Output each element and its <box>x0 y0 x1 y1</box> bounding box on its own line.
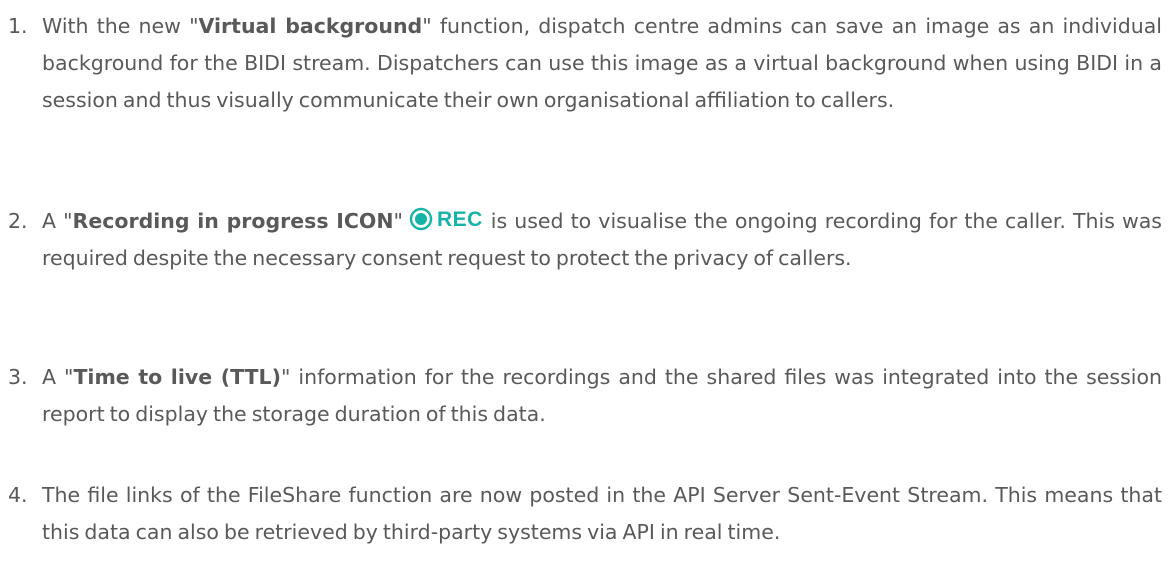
item-text-middle: " <box>393 209 403 233</box>
item-text-bold: Recording in progress ICON <box>72 209 394 233</box>
item-text-before: A " <box>42 365 74 389</box>
item-text-before: A " <box>42 209 73 233</box>
item-number: 4. <box>8 483 28 507</box>
item-text: A "Recording in progress ICON" REC is used… <box>42 203 1162 277</box>
item-number: 2. <box>8 209 28 233</box>
item-text-bold: Time to live (TTL) <box>73 365 281 389</box>
record-icon <box>409 207 433 231</box>
item-text: The file links of the FileShare function… <box>42 483 1162 544</box>
item-text: With the new "Virtual background" functi… <box>42 8 1162 119</box>
rec-label: REC <box>436 207 483 231</box>
item-text: A "Time to live (TTL)" information for t… <box>42 359 1162 433</box>
item-text-before: With the new " <box>42 14 199 38</box>
item-number: 3. <box>8 365 28 389</box>
recording-in-progress-badge: REC <box>409 207 483 231</box>
item-number: 1. <box>8 14 28 38</box>
item-text-bold: Virtual background <box>198 14 423 38</box>
